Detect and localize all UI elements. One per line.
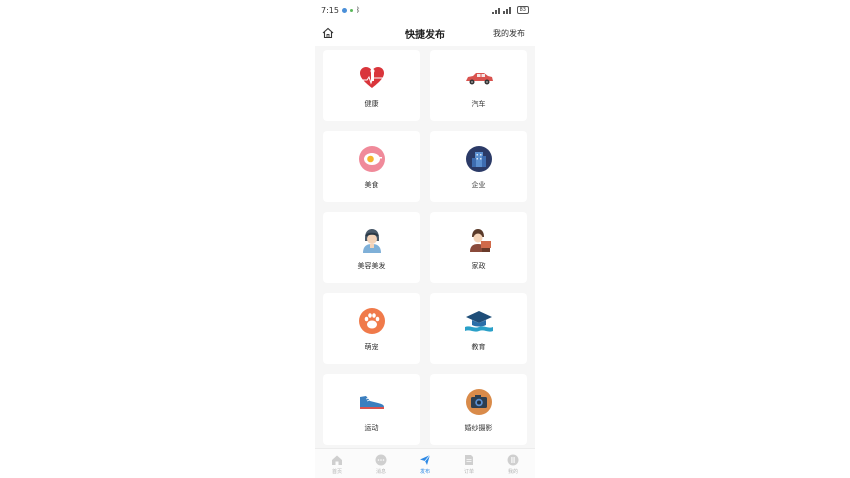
category-label: 企业 — [471, 180, 486, 189]
battery-icon: 83 — [516, 6, 529, 14]
graduation-cap-icon — [464, 306, 494, 336]
category-label: 运动 — [364, 423, 379, 432]
category-label: 教育 — [471, 342, 486, 351]
page-title: 快捷发布 — [405, 29, 445, 41]
category-label: 萌宠 — [364, 342, 379, 351]
housekeeper-icon — [464, 225, 494, 255]
category-label: 美容美发 — [357, 261, 386, 270]
tab-label: 发布 — [419, 468, 430, 475]
tab-profile[interactable]: 我的 — [495, 454, 531, 475]
category-card-housekeeping[interactable]: 家政 — [430, 212, 527, 283]
category-label: 健康 — [364, 99, 379, 108]
category-card-sports[interactable]: 运动 — [323, 374, 420, 445]
bluetooth-icon: ᛒ — [355, 6, 361, 14]
category-label: 家政 — [471, 261, 486, 270]
tab-label: 我的 — [507, 468, 518, 475]
category-grid: 健康 汽车 美食 企业 美容美发 家政 萌宠 教育 运动 婚纱摄影 — [323, 50, 527, 445]
home-icon — [332, 455, 342, 465]
dot-icon — [349, 8, 353, 12]
category-label: 汽车 — [471, 99, 486, 108]
user-icon — [507, 454, 519, 465]
category-card-wedding-photo[interactable]: 婚纱摄影 — [430, 374, 527, 445]
car-icon — [464, 63, 494, 93]
status-right: 83 — [491, 6, 529, 14]
tab-messages[interactable]: 消息 — [363, 454, 399, 475]
sneaker-icon — [357, 387, 387, 417]
phone-screen: 7:15 ᛒ 83 快捷发布 我的发布 健康 汽车 美食 企业 美容美发 家政 … — [315, 0, 535, 478]
tab-label: 首页 — [331, 468, 342, 475]
category-card-health[interactable]: 健康 — [323, 50, 420, 121]
signal-icon — [491, 6, 511, 14]
send-icon — [420, 454, 431, 465]
my-posts-link[interactable]: 我的发布 — [493, 28, 525, 39]
heart-health-icon — [357, 63, 387, 93]
egg-food-icon — [357, 144, 387, 174]
status-time: 7:15 — [321, 5, 339, 15]
status-bar: 7:15 ᛒ 83 — [315, 0, 535, 20]
bottom-tab-bar: 首页 消息 发布 订单 我的 — [315, 448, 535, 478]
hairdresser-icon — [357, 225, 387, 255]
home-outline-icon[interactable] — [321, 26, 335, 40]
chat-icon — [375, 454, 387, 465]
category-card-food[interactable]: 美食 — [323, 131, 420, 202]
tab-home[interactable]: 首页 — [319, 454, 355, 475]
paw-icon — [357, 306, 387, 336]
tab-publish[interactable]: 发布 — [407, 454, 443, 475]
camera-icon — [464, 387, 494, 417]
category-card-pets[interactable]: 萌宠 — [323, 293, 420, 364]
building-icon — [464, 144, 494, 174]
category-label: 美食 — [364, 180, 379, 189]
tab-orders[interactable]: 订单 — [451, 454, 487, 475]
document-icon — [465, 454, 473, 465]
status-left: 7:15 ᛒ — [321, 6, 360, 15]
category-card-education[interactable]: 教育 — [430, 293, 527, 364]
category-card-beauty[interactable]: 美容美发 — [323, 212, 420, 283]
header: 快捷发布 我的发布 — [315, 20, 535, 46]
tab-label: 订单 — [463, 468, 474, 475]
tab-label: 消息 — [375, 468, 386, 475]
category-card-enterprise[interactable]: 企业 — [430, 131, 527, 202]
category-label: 婚纱摄影 — [464, 423, 493, 432]
notification-icon — [341, 7, 347, 13]
category-card-car[interactable]: 汽车 — [430, 50, 527, 121]
